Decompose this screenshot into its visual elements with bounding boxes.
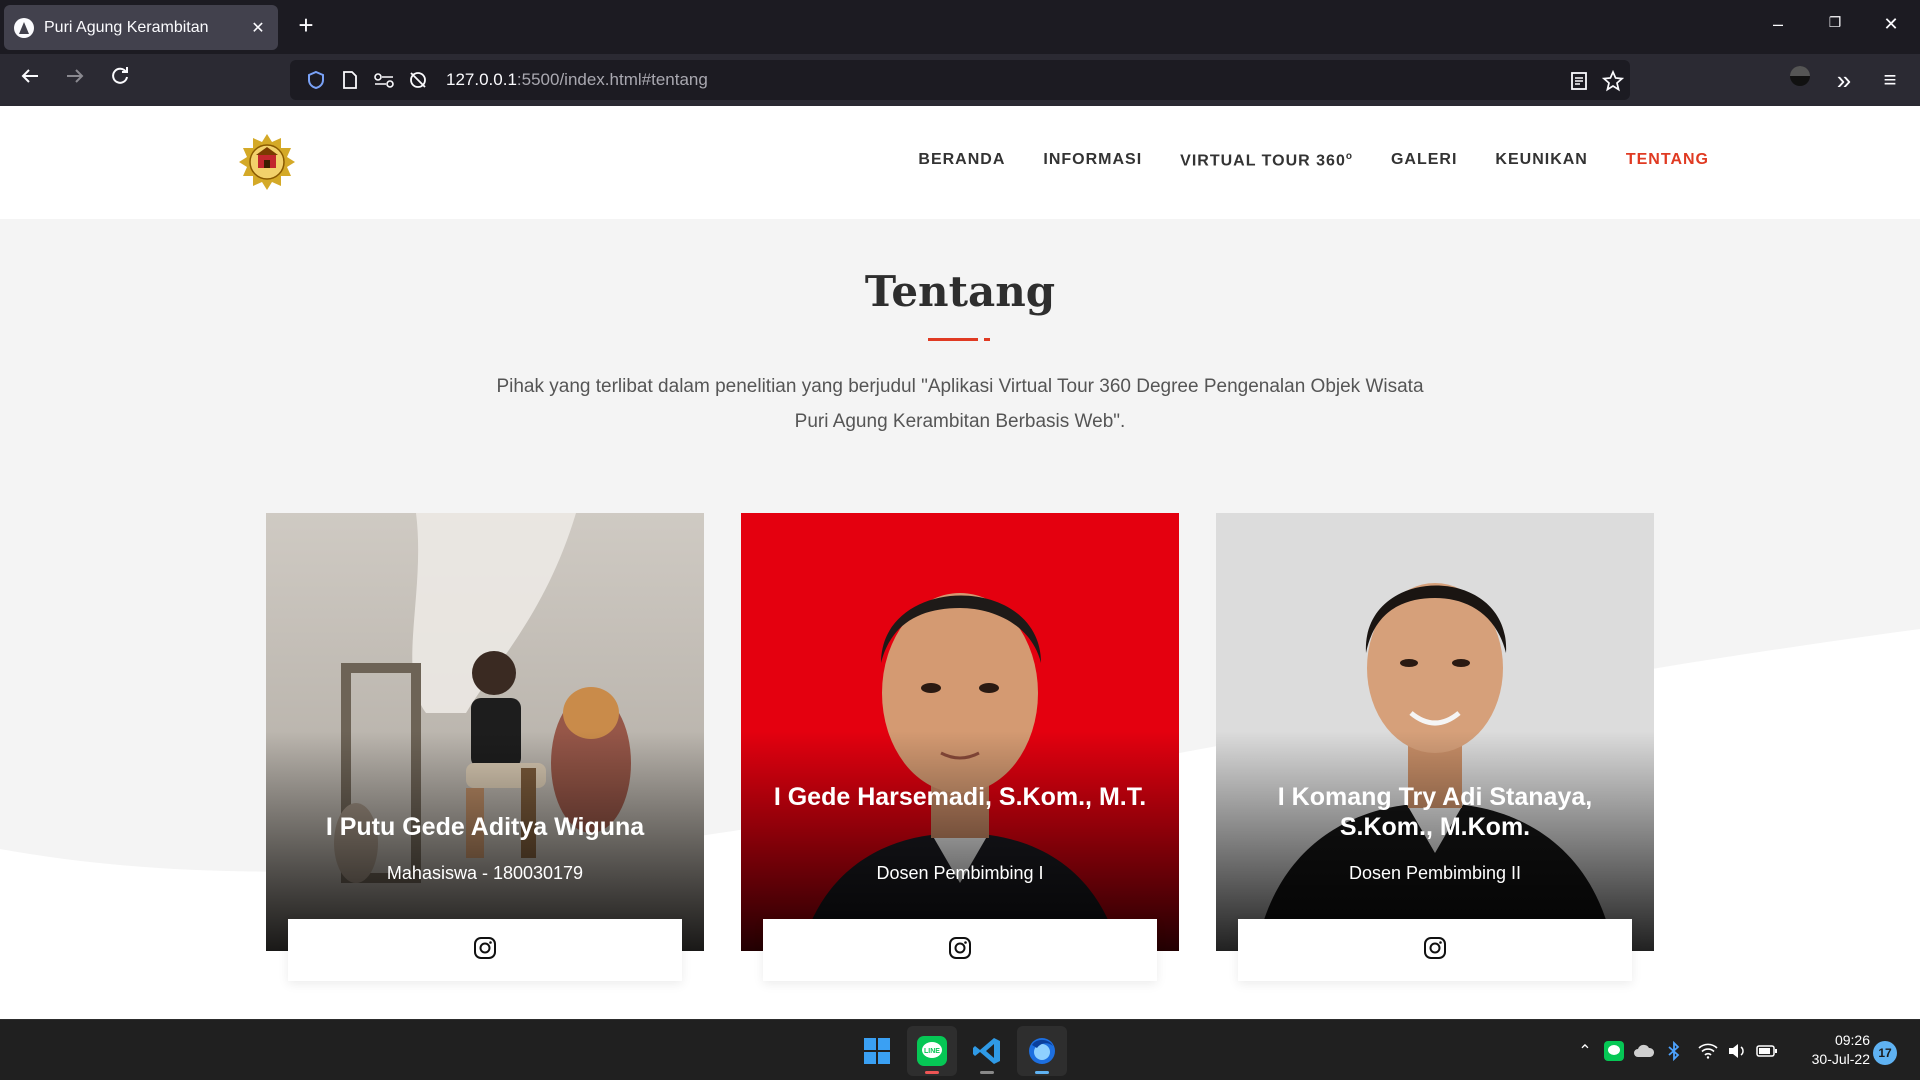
menu-item-galeri[interactable]: GALERI [1391,151,1457,170]
member-name: I Gede Harsemadi, S.Kom., M.T. [773,783,1147,811]
member-role: Dosen Pembimbing I [876,863,1044,883]
app-indicator [1035,1071,1049,1074]
social-bar [288,919,682,981]
section-description: Pihak yang terlibat dalam penelitian yan… [496,376,1424,432]
shield-icon[interactable] [302,66,330,94]
permissions-icon[interactable] [370,66,398,94]
member-name: I Putu Gede Aditya Wiguna [325,813,645,841]
close-window-button[interactable]: ✕ [1871,14,1911,35]
back-arrow-icon [21,69,38,83]
url-text[interactable]: 127.0.0.1:5500/index.html#tentang [446,70,708,90]
tray-bluetooth-icon[interactable] [1663,1040,1685,1062]
minimize-button[interactable]: – [1758,14,1798,35]
team-card: I Putu Gede Aditya Wiguna Mahasiswa - 18… [266,513,704,951]
restore-button[interactable]: ❐ [1815,14,1855,31]
notification-badge[interactable]: 17 [1873,1041,1897,1065]
app-indicator [980,1071,994,1074]
member-role: Dosen Pembimbing II [1348,863,1522,883]
title-underline-dot [984,338,990,341]
clock-time: 09:26 [1834,1032,1870,1048]
app-indicator [925,1071,939,1074]
url-path: :5500/index.html#tentang [516,70,708,89]
hamburger-menu-icon[interactable]: ≡ [1874,64,1906,96]
line-icon: LINE [917,1036,947,1066]
firefox-icon [1029,1038,1055,1064]
reload-icon [112,67,128,84]
volume-icon[interactable] [1726,1040,1748,1062]
url-bar[interactable]: 127.0.0.1:5500/index.html#tentang [290,60,1630,100]
instagram-icon[interactable] [948,936,972,965]
site-favicon-icon [14,17,34,38]
menu-item-virtual-tour-label: VIRTUAL TOUR 360 [1180,152,1346,170]
tray-line-icon[interactable] [1603,1040,1625,1062]
tracking-protection-icon[interactable] [404,66,432,94]
page-icon[interactable] [336,66,364,94]
tray-onedrive-icon[interactable] [1633,1040,1655,1062]
clock-date: 30-Jul-22 [1811,1051,1870,1067]
social-bar [1238,919,1632,981]
photo-overlay [741,731,1179,951]
degree-superscript: o [1345,151,1353,162]
new-tab-button[interactable]: + [292,12,320,40]
menu-item-virtual-tour[interactable]: VIRTUAL TOUR 360o [1180,151,1353,170]
main-menu: BERANDA INFORMASI VIRTUAL TOUR 360o GALE… [918,151,1709,170]
svg-text:LINE: LINE [924,1048,940,1055]
tray-overflow-chevron-icon[interactable]: ⌃ [1574,1040,1596,1062]
taskbar-vscode-app[interactable] [962,1026,1012,1076]
menu-item-tentang[interactable]: TENTANG [1626,151,1709,170]
team-card: I Komang Try Adi Stanaya, S.Kom., M.Kom.… [1216,513,1654,951]
browser-tab-bar: Puri Agung Kerambitan ✕ + – ❐ ✕ [0,0,1920,54]
taskbar-line-app[interactable]: LINE [907,1026,957,1076]
tab-title: Puri Agung Kerambitan [44,18,209,36]
taskbar-firefox-app[interactable] [1017,1026,1067,1076]
site-header: BERANDA INFORMASI VIRTUAL TOUR 360o GALE… [0,106,1920,219]
title-underline [928,338,978,341]
windows-start-icon [864,1038,890,1064]
bookmark-star-icon[interactable] [1600,68,1626,94]
url-host: 127.0.0.1 [446,70,517,89]
start-button[interactable] [852,1026,902,1076]
tab-close-icon[interactable]: ✕ [248,18,268,38]
wifi-icon[interactable] [1697,1040,1719,1062]
instagram-icon[interactable] [473,936,497,965]
windows-taskbar: LINE ⌃ 09:26 30-Jul-22 17 [0,1019,1920,1080]
menu-item-keunikan[interactable]: KEUNIKAN [1495,151,1587,170]
social-bar [763,919,1157,981]
member-role: Mahasiswa - 180030179 [386,863,584,883]
team-card: I Gede Harsemadi, S.Kom., M.T. Dosen Pem… [741,513,1179,951]
instagram-icon[interactable] [1423,936,1447,965]
member-name: I Komang Try Adi Stanaya, S.Kom., M.Kom. [1277,783,1593,841]
forward-arrow-icon [67,69,84,83]
profile-icon[interactable] [1784,64,1816,96]
system-clock[interactable]: 09:26 30-Jul-22 [1790,1031,1870,1069]
overflow-chevron-icon[interactable]: » [1828,64,1860,96]
vscode-icon [973,1038,1000,1064]
tentang-section: Tentang Pihak yang terlibat dalam peneli… [0,219,1920,1019]
site-logo[interactable] [237,132,297,192]
section-title: Tentang [864,267,1056,316]
battery-icon[interactable] [1756,1040,1778,1062]
back-button[interactable] [14,64,46,96]
reload-button[interactable] [104,64,136,96]
browser-toolbar: 127.0.0.1:5500/index.html#tentang » ≡ [0,54,1920,106]
reader-view-icon[interactable] [1566,68,1592,94]
browser-tab[interactable]: Puri Agung Kerambitan ✕ [4,5,278,50]
menu-item-informasi[interactable]: INFORMASI [1043,151,1142,170]
menu-item-beranda[interactable]: BERANDA [918,151,1005,170]
forward-button[interactable] [59,64,91,96]
